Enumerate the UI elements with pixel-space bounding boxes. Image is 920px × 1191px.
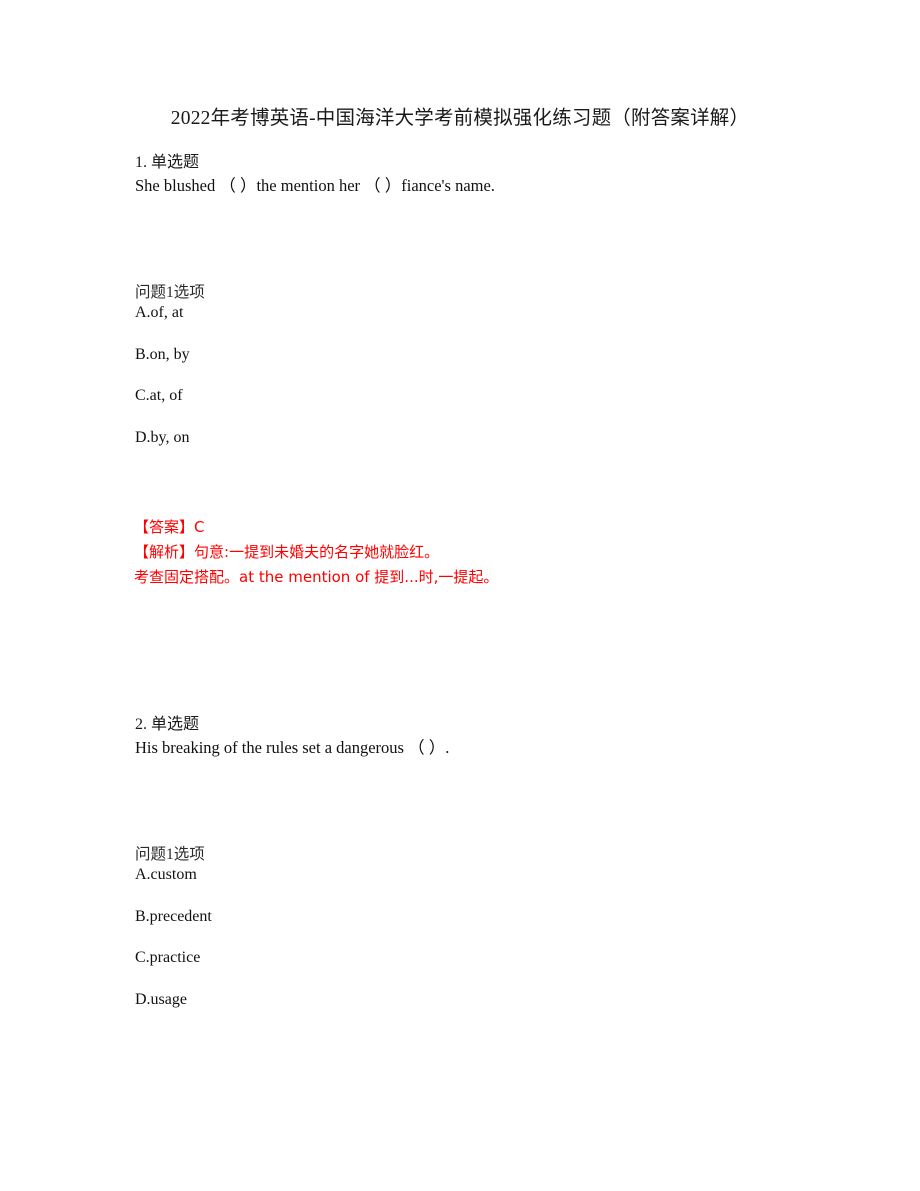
option-2-a[interactable]: A.custom [135, 865, 635, 907]
explanation-line-1: 【解析】句意:一提到未婚夫的名字她就脸红。 [134, 540, 834, 565]
option-2-c[interactable]: C.practice [135, 948, 635, 990]
explanation-meaning: 句意:一提到未婚夫的名字她就脸红。 [194, 543, 440, 561]
option-1-d[interactable]: D.by, on [135, 428, 635, 470]
answer-label: 【答案】 [134, 518, 195, 536]
options-group-1: 问题1选项 A.of, at B.on, by C.at, of D.by, o… [135, 283, 635, 469]
explanation-label: 【解析】 [134, 543, 195, 561]
option-1-c[interactable]: C.at, of [135, 386, 635, 428]
question-1-stem: She blushed （ ）the mention her （ ）fiance… [135, 176, 495, 195]
options-group-2: 问题1选项 A.custom B.precedent C.practice D.… [135, 845, 635, 1031]
option-1-a[interactable]: A.of, at [135, 303, 635, 345]
question-1-heading: 1. 单选题 [135, 154, 200, 171]
options-label-2: 问题1选项 [135, 846, 205, 863]
question-2-stem: His breaking of the rules set a dangerou… [135, 738, 450, 757]
question-2-heading: 2. 单选题 [135, 716, 200, 733]
answer-line: 【答案】C [134, 515, 834, 540]
explanation-line-2: 考查固定搭配。at the mention of 提到...时,一提起。 [134, 568, 499, 586]
document-page: 2022年考博英语-中国海洋大学考前模拟强化练习题（附答案详解） 1. 单选题 … [0, 0, 920, 1191]
question-block-1: 1. 单选题 She blushed （ ）the mention her （ … [135, 152, 855, 197]
page-title: 2022年考博英语-中国海洋大学考前模拟强化练习题（附答案详解） [170, 108, 750, 129]
question-block-2: 2. 单选题 His breaking of the rules set a d… [135, 714, 855, 759]
option-2-b[interactable]: B.precedent [135, 907, 635, 949]
answer-block-1: 【答案】C 【解析】句意:一提到未婚夫的名字她就脸红。 考查固定搭配。at th… [134, 515, 834, 590]
option-2-d[interactable]: D.usage [135, 990, 635, 1032]
answer-value: C [194, 518, 205, 536]
options-label-1: 问题1选项 [135, 284, 205, 301]
option-1-b[interactable]: B.on, by [135, 345, 635, 387]
